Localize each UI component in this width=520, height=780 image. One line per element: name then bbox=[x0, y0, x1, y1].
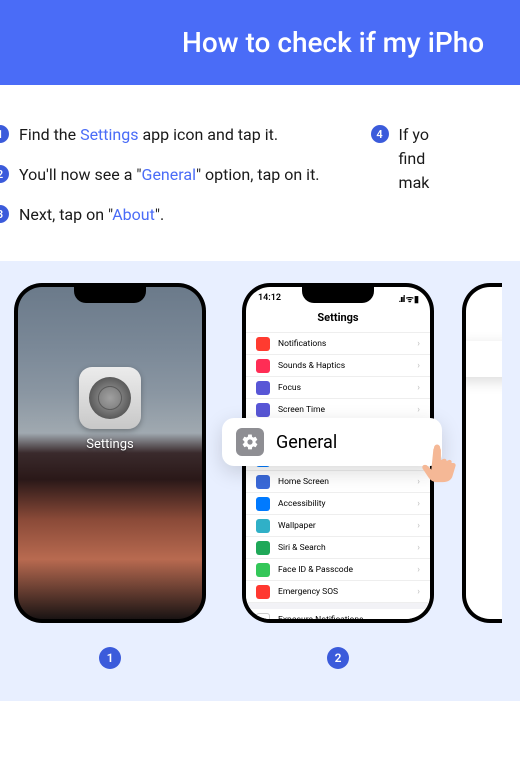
settings-app-icon[interactable] bbox=[79, 367, 141, 429]
bullet-2: 2 bbox=[0, 165, 9, 183]
step-badge-2: 2 bbox=[327, 647, 349, 669]
phone-3-callout bbox=[466, 341, 502, 377]
settings-row[interactable]: Home Screen› bbox=[246, 471, 430, 493]
steps-instructions: 1 Find the Settings app icon and tap it.… bbox=[0, 85, 520, 261]
general-callout[interactable]: General bbox=[222, 418, 442, 466]
step-4: 4 If yo find mak bbox=[380, 123, 430, 195]
settings-row[interactable]: Sounds & Haptics › bbox=[246, 355, 430, 377]
status-time: 14:12 bbox=[258, 293, 281, 303]
status-signal: .ııl ᯤ ▮ bbox=[399, 292, 418, 305]
steps-left-column: 1 Find the Settings app icon and tap it.… bbox=[0, 123, 320, 227]
settings-row-label: Face ID & Passcode bbox=[278, 565, 409, 575]
settings-row[interactable]: Notifications › bbox=[246, 333, 430, 355]
phone-2-notch bbox=[302, 287, 374, 303]
settings-row-icon bbox=[256, 585, 270, 599]
general-gear-icon bbox=[236, 428, 264, 456]
settings-row[interactable]: Face ID & Passcode › bbox=[246, 559, 430, 581]
chevron-right-icon: › bbox=[417, 383, 420, 393]
settings-row-label: Accessibility bbox=[278, 499, 409, 509]
bullet-3: 3 bbox=[0, 205, 9, 223]
settings-app-label: Settings bbox=[86, 437, 133, 452]
step-3-text: Next, tap on "About". bbox=[19, 203, 164, 227]
settings-row-icon bbox=[256, 337, 270, 351]
bullet-1: 1 bbox=[0, 125, 9, 143]
settings-row[interactable]: Siri & Search › bbox=[246, 537, 430, 559]
phone-3-wrap bbox=[462, 283, 502, 701]
settings-row[interactable]: Focus › bbox=[246, 377, 430, 399]
step-1-text: Find the Settings app icon and tap it. bbox=[19, 123, 278, 147]
settings-row[interactable]: Emergency SOS › bbox=[246, 581, 430, 603]
phone-1-notch bbox=[74, 287, 146, 303]
phone-3-screen bbox=[466, 287, 502, 619]
chevron-right-icon: › bbox=[417, 615, 420, 620]
settings-row-icon bbox=[256, 359, 270, 373]
settings-row[interactable]: Accessibility › bbox=[246, 493, 430, 515]
step-2: 2 You'll now see a "General" option, tap… bbox=[0, 163, 320, 187]
page-header: How to check if my iPho bbox=[0, 0, 520, 85]
phone-2-wrap: 14:12 .ııl ᯤ ▮ Settings Notifications›So… bbox=[242, 283, 434, 701]
settings-row-icon bbox=[256, 475, 270, 489]
settings-row-icon bbox=[256, 519, 270, 533]
settings-list: Notifications › Sounds & Haptics › Focus › Scr… bbox=[246, 333, 430, 619]
settings-row-label: Notifications bbox=[278, 339, 409, 349]
settings-row-icon bbox=[256, 613, 270, 620]
chevron-right-icon: › bbox=[417, 361, 420, 371]
settings-row-label: Wallpaper bbox=[278, 521, 409, 531]
phone-1: Settings bbox=[14, 283, 206, 623]
chevron-right-icon: › bbox=[417, 339, 420, 349]
step-1: 1 Find the Settings app icon and tap it. bbox=[0, 123, 320, 147]
bullet-4: 4 bbox=[371, 125, 389, 143]
chevron-right-icon: › bbox=[417, 405, 420, 415]
phone-1-screen: Settings bbox=[18, 287, 202, 619]
chevron-right-icon: › bbox=[417, 565, 420, 575]
chevron-right-icon: › bbox=[417, 543, 420, 553]
step-badge-1: 1 bbox=[99, 647, 121, 669]
settings-row[interactable]: Exposure Notifications › bbox=[246, 609, 430, 619]
phone-1-wrap: Settings 1 bbox=[14, 283, 206, 701]
step-2-text: You'll now see a "General" option, tap o… bbox=[19, 163, 320, 187]
phone-2: 14:12 .ııl ᯤ ▮ Settings Notifications›So… bbox=[242, 283, 434, 623]
settings-row-label: Screen Time bbox=[278, 405, 409, 415]
step-4-text: If yo find mak bbox=[399, 123, 430, 195]
settings-row-label: Exposure Notifications bbox=[278, 615, 409, 620]
header-title: How to check if my iPho bbox=[182, 26, 484, 59]
settings-row-label: Sounds & Haptics bbox=[278, 361, 409, 371]
phone-3 bbox=[462, 283, 502, 623]
settings-row-icon bbox=[256, 497, 270, 511]
chevron-right-icon: › bbox=[417, 499, 420, 509]
phone-1-wallpaper: Settings bbox=[18, 287, 202, 619]
chevron-right-icon: › bbox=[417, 587, 420, 597]
gear-icon bbox=[89, 377, 131, 419]
steps-right-column: 4 If yo find mak bbox=[380, 123, 430, 227]
settings-row-label: Emergency SOS bbox=[278, 587, 409, 597]
hand-pointer-icon bbox=[416, 439, 462, 485]
settings-row-label: Siri & Search bbox=[278, 543, 409, 553]
phones-illustration-area: Settings 1 14:12 .ııl ᯤ ▮ Settings Notif… bbox=[0, 261, 520, 701]
settings-row-label: Home Screen bbox=[278, 477, 409, 487]
settings-navbar-title: Settings bbox=[246, 305, 430, 333]
settings-row-label: Focus bbox=[278, 383, 409, 393]
settings-row-icon bbox=[256, 381, 270, 395]
general-callout-label: General bbox=[276, 432, 337, 453]
step-3: 3 Next, tap on "About". bbox=[0, 203, 320, 227]
settings-row-icon bbox=[256, 403, 270, 417]
chevron-right-icon: › bbox=[417, 521, 420, 531]
settings-row-icon bbox=[256, 563, 270, 577]
settings-row[interactable]: Wallpaper › bbox=[246, 515, 430, 537]
settings-row-icon bbox=[256, 541, 270, 555]
